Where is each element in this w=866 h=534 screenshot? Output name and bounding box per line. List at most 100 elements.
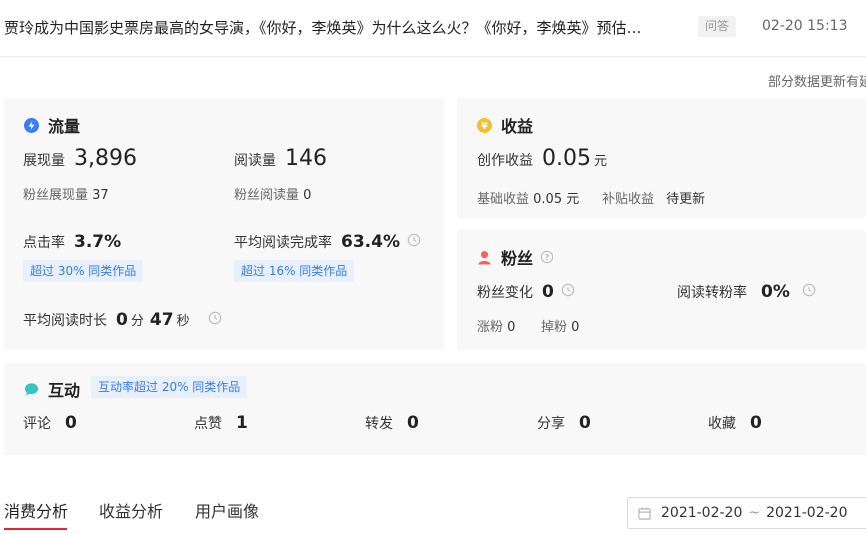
fans-loss-value: 0 <box>571 320 580 335</box>
creation-income-unit: 元 <box>593 154 607 169</box>
ctr-metric: 点击率 3.7% <box>23 232 121 252</box>
impressions-label: 展现量 <box>23 153 65 169</box>
history-clock-icon[interactable] <box>407 233 421 247</box>
history-clock-icon[interactable] <box>802 283 816 297</box>
reposts-label: 转发 <box>365 416 393 432</box>
data-delay-notice: 部分数据更新有延 <box>767 75 866 90</box>
help-question-icon[interactable]: ? <box>540 250 554 264</box>
likes-metric: 点赞 1 <box>194 413 248 433</box>
traffic-title-text: 流量 <box>48 117 81 136</box>
reposts-metric: 转发 0 <box>365 413 419 433</box>
income-title-text: 收益 <box>501 117 534 136</box>
read-to-fan-value: 0% <box>761 282 790 302</box>
date-end[interactable]: 2021-02-20 <box>766 505 847 521</box>
svg-text:?: ? <box>545 253 550 262</box>
subsidy-income: 补贴收益 待更新 <box>602 188 705 207</box>
article-header: 贾玲成为中国影史票房最高的女导演，《你好，李焕英》为什么这么火？《你好，李焕英》… <box>0 0 866 57</box>
chat-bubble-icon <box>24 382 39 396</box>
interaction-card: 互动 互动率超过 20% 同类作品 评论 0 点赞 1 转发 0 分享 0 收藏… <box>4 363 866 455</box>
comments-value: 0 <box>65 413 77 433</box>
active-tab-indicator <box>4 528 67 530</box>
fan-reads: 粉丝阅读量 0 <box>234 184 311 203</box>
interaction-card-title: 互动 <box>24 377 80 401</box>
fans-card: 粉丝 ? 粉丝变化 0 阅读转粉率 0% 涨粉 0 掉粉 0 <box>457 230 866 350</box>
history-clock-icon[interactable] <box>561 283 575 297</box>
article-type-tag: 问答 <box>698 16 737 37</box>
user-icon <box>478 250 491 265</box>
favorites-metric: 收藏 0 <box>708 413 762 433</box>
subsidy-income-label: 补贴收益 <box>602 192 655 207</box>
shares-value: 0 <box>579 413 591 433</box>
duration-minutes: 0 <box>116 310 128 330</box>
reads-metric: 阅读量 146 <box>234 146 327 171</box>
favorites-label: 收藏 <box>708 416 736 432</box>
duration-minutes-unit: 分 <box>130 314 144 329</box>
likes-label: 点赞 <box>194 416 222 432</box>
read-to-fan-label: 阅读转粉率 <box>677 285 747 301</box>
reads-label: 阅读量 <box>234 153 276 169</box>
calendar-icon <box>638 506 651 520</box>
duration-label: 平均阅读时长 <box>23 313 107 329</box>
subsidy-income-value: 待更新 <box>666 192 706 207</box>
creation-income-label: 创作收益 <box>477 153 533 169</box>
fan-impressions: 粉丝展现量 37 <box>23 184 109 203</box>
fan-reads-label: 粉丝阅读量 <box>234 188 300 203</box>
income-card-title: ¥ 收益 <box>477 113 533 137</box>
duration-seconds: 47 <box>149 310 174 330</box>
comments-metric: 评论 0 <box>23 413 77 433</box>
interaction-title-text: 互动 <box>48 381 81 400</box>
impressions-value: 3,896 <box>74 146 137 171</box>
date-start[interactable]: 2021-02-20 <box>661 505 742 521</box>
date-range-picker[interactable]: 2021-02-20 ~ 2021-02-20 <box>627 497 866 529</box>
read-to-fan-metric: 阅读转粉率 0% <box>677 282 816 302</box>
fans-loss: 掉粉 0 <box>541 316 579 335</box>
shares-label: 分享 <box>537 416 565 432</box>
likes-value: 1 <box>236 413 248 433</box>
reads-value: 146 <box>285 146 327 171</box>
fans-loss-label: 掉粉 <box>541 320 568 335</box>
ctr-label: 点击率 <box>23 235 65 251</box>
fans-title-text: 粉丝 <box>501 249 534 268</box>
base-income: 基础收益 0.05 元 <box>477 188 579 207</box>
comments-label: 评论 <box>23 416 51 432</box>
fan-reads-value: 0 <box>303 188 312 203</box>
ctr-badge: 超过 30% 同类作品 <box>23 260 144 282</box>
history-clock-icon[interactable] <box>208 311 222 325</box>
creation-income-metric: 创作收益 0.05 元 <box>477 146 613 171</box>
fans-change-metric: 粉丝变化 0 <box>477 282 575 302</box>
shares-metric: 分享 0 <box>537 413 591 433</box>
fans-gain-value: 0 <box>507 320 516 335</box>
coin-icon: ¥ <box>477 117 492 133</box>
fans-change-label: 粉丝变化 <box>477 285 533 301</box>
income-card: ¥ 收益 创作收益 0.05 元 基础收益 0.05 元 补贴收益 待更新 <box>457 98 866 218</box>
tab-consumption-analysis[interactable]: 消费分析 <box>4 498 68 522</box>
favorites-value: 0 <box>750 413 762 433</box>
traffic-card: 流量 展现量 3,896 粉丝展现量 37 阅读量 146 粉丝阅读量 0 点击… <box>4 98 444 350</box>
svg-text:¥: ¥ <box>481 120 488 131</box>
article-title[interactable]: 贾玲成为中国影史票房最高的女导演，《你好，李焕英》为什么这么火？《你好，李焕英》… <box>4 17 692 38</box>
lightning-icon <box>24 117 39 133</box>
publish-time: 02-20 15:13 <box>762 18 848 34</box>
traffic-card-title: 流量 <box>24 113 80 137</box>
impressions-metric: 展现量 3,896 <box>23 146 137 171</box>
ctr-value: 3.7% <box>74 232 122 252</box>
fans-gain: 涨粉 0 <box>477 316 515 335</box>
interaction-badge: 互动率超过 20% 同类作品 <box>91 376 248 398</box>
fans-card-title: 粉丝 ? <box>477 245 554 269</box>
base-income-value: 0.05 元 <box>533 192 580 207</box>
base-income-label: 基础收益 <box>477 192 530 207</box>
fans-gain-label: 涨粉 <box>477 320 504 335</box>
completion-badge: 超过 16% 同类作品 <box>234 260 355 282</box>
duration-seconds-unit: 秒 <box>176 314 190 329</box>
date-separator: ~ <box>748 505 761 521</box>
reposts-value: 0 <box>407 413 419 433</box>
tab-income-analysis[interactable]: 收益分析 <box>99 498 163 522</box>
fans-change-value: 0 <box>542 282 554 302</box>
duration-metric: 平均阅读时长 0 分 47 秒 <box>23 310 222 330</box>
fan-impressions-value: 37 <box>92 188 109 203</box>
fan-impressions-label: 粉丝展现量 <box>23 188 89 203</box>
completion-value: 63.4% <box>341 232 400 252</box>
completion-metric: 平均阅读完成率 63.4% <box>234 232 421 252</box>
tab-user-profile[interactable]: 用户画像 <box>195 498 259 522</box>
completion-label: 平均阅读完成率 <box>234 235 332 251</box>
